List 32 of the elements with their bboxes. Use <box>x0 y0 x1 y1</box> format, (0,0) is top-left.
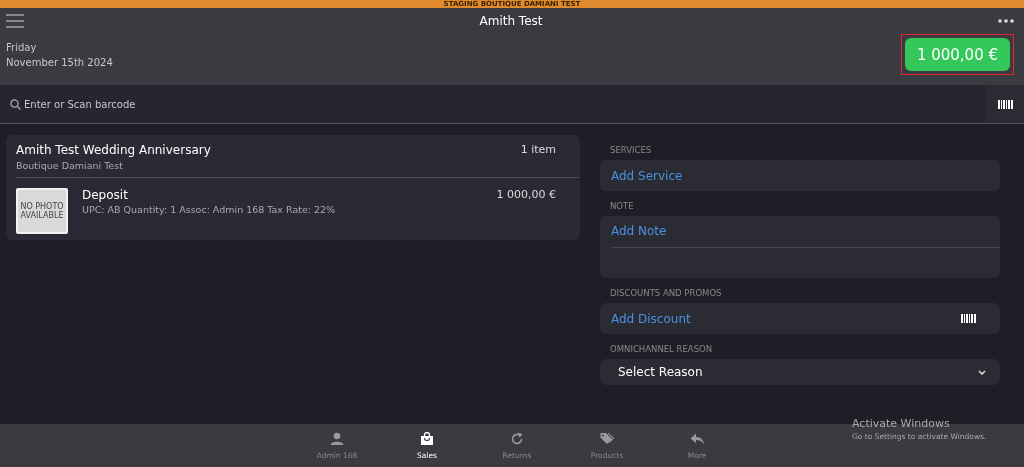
chevron-icon <box>978 369 986 375</box>
section-label: NOTE <box>610 201 635 211</box>
reason-dropdown[interactable]: Select Reason <box>600 359 1000 385</box>
day-label: Friday <box>6 41 38 55</box>
no-photo-label: NO PHOTO AVAILABLE <box>19 202 65 220</box>
search-field[interactable]: Enter or Scan barcode <box>0 85 986 123</box>
item-count: 1 item <box>520 143 556 158</box>
discount-row[interactable]: Add Discount <box>600 303 1000 334</box>
more-icon[interactable] <box>998 19 1014 23</box>
reply-arrow-icon <box>690 431 704 446</box>
tags-icon <box>600 431 614 446</box>
barcode-icon[interactable] <box>997 99 1013 109</box>
item-details: UPC: AB Quantity: 1 Assoc: Admin 168 Tax Rate: 22% <box>82 204 337 215</box>
shopping-bag-icon <box>420 431 434 446</box>
section-label: SERVICES <box>610 145 653 155</box>
activation-title: Activate Windows <box>852 417 951 430</box>
menu-icon[interactable] <box>6 14 24 28</box>
order-title: Amith Test Wedding Anniversary <box>16 143 211 157</box>
person-icon <box>330 431 344 446</box>
section-label: DISCOUNTS AND PROMOS <box>610 288 723 298</box>
total-button[interactable]: 1 000,00 € <box>904 38 1010 71</box>
refresh-icon <box>510 431 524 446</box>
line-item[interactable]: NO PHOTO AVAILABLE Deposit UPC: AB Quantity: 1 Assoc: Admin 168 Tax Rate: 22% 1 000,00 € <box>16 178 580 240</box>
store-name: Boutique Damiani Test <box>16 160 124 171</box>
window-title: Amith Test <box>479 14 543 28</box>
barcode-icon[interactable] <box>961 314 976 323</box>
section-label: OMNICHANNEL REASON <box>610 344 714 354</box>
item-name: Deposit <box>82 188 129 202</box>
add-service-row[interactable]: Add Service <box>600 160 1000 191</box>
item-price: 1 000,00 € <box>496 188 556 201</box>
note-field[interactable]: Add Note <box>600 216 1000 278</box>
date-label: November 15th 2024 <box>6 56 113 70</box>
